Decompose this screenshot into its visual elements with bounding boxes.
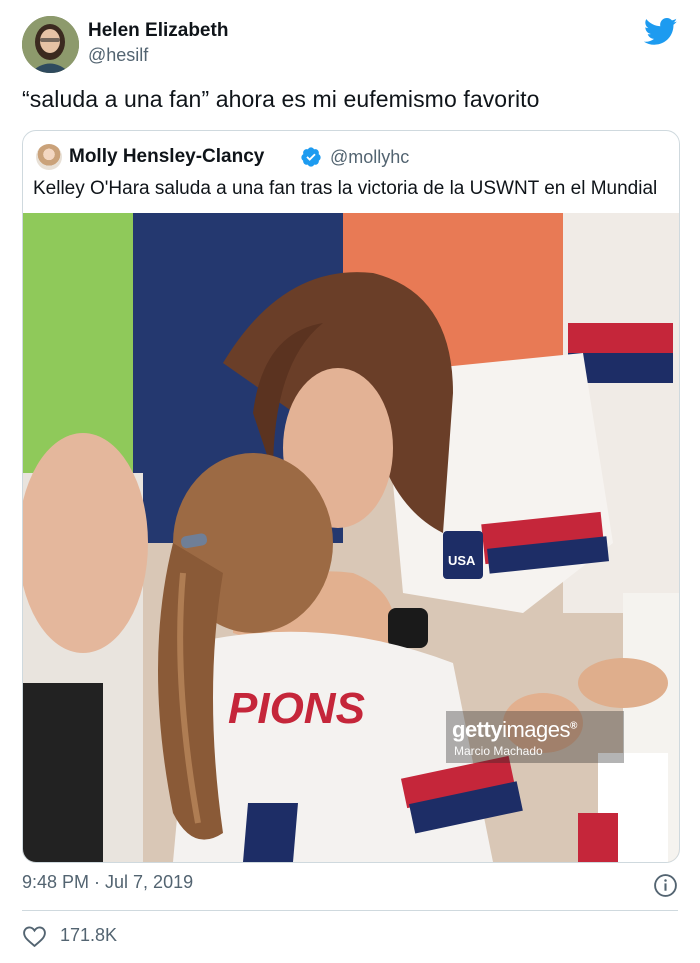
heart-icon[interactable] xyxy=(22,925,47,948)
kiss-photo-illustration: PIONS USA xyxy=(23,213,679,862)
author-handle[interactable]: @hesilf xyxy=(88,45,148,66)
footer-divider xyxy=(22,910,678,911)
author-display-name[interactable]: Helen Elizabeth xyxy=(88,20,228,42)
getty-watermark: gettyimages® Marcio Machado xyxy=(446,711,624,763)
tweet-timestamp[interactable]: 9:48 PM · Jul 7, 2019 xyxy=(22,872,193,893)
getty-watermark-logo: gettyimages® xyxy=(452,717,577,742)
photographer-credit: Marcio Machado xyxy=(454,744,543,758)
crest-lettering: USA xyxy=(448,553,476,568)
tweet-text: “saluda a una fan” ahora es mi eufemismo… xyxy=(22,86,540,112)
quoted-author-avatar[interactable] xyxy=(36,144,62,170)
verified-badge-icon xyxy=(301,147,321,167)
info-icon[interactable] xyxy=(653,873,678,898)
avatar-photo-icon xyxy=(22,16,79,73)
quoted-tweet-card[interactable]: Molly Hensley-Clancy @mollyhc Kelley O'H… xyxy=(22,130,680,863)
quoted-tweet-text: Kelley O'Hara saluda a una fan tras la v… xyxy=(33,178,658,199)
quoted-author-display-name[interactable]: Molly Hensley-Clancy xyxy=(69,146,264,168)
quoted-tweet-photo[interactable]: PIONS USA gettyimages® Marcio Machado xyxy=(23,213,679,862)
quoted-author-handle[interactable]: @mollyhc xyxy=(330,147,409,168)
jersey-lettering: PIONS xyxy=(228,684,365,733)
twitter-bird-icon[interactable] xyxy=(644,18,678,46)
like-count: 171.8K xyxy=(60,925,118,945)
author-avatar[interactable] xyxy=(22,16,79,73)
tweet-card: Helen Elizabeth @hesilf “saluda a una fa… xyxy=(0,0,700,963)
